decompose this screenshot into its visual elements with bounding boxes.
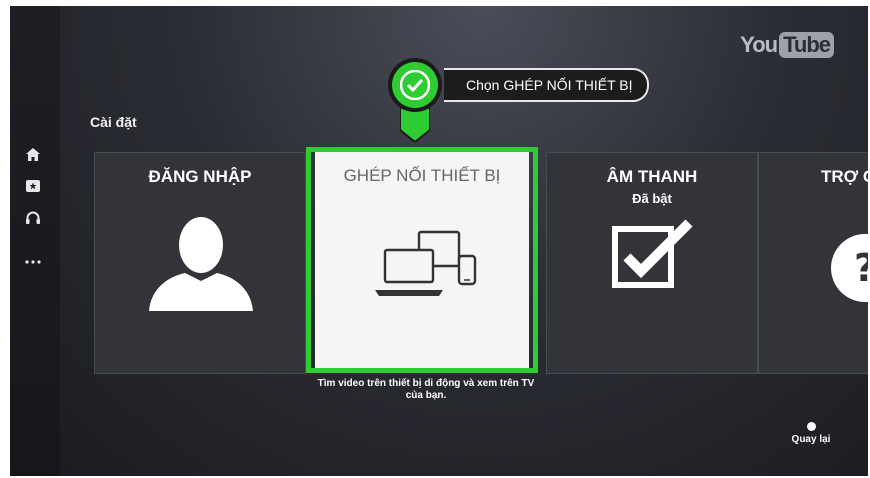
callout-badge [388, 58, 442, 112]
help-icon: ? [831, 234, 868, 302]
tile-description: Tìm video trên thiết bị di động và xem t… [317, 378, 535, 401]
tile-pair-device[interactable]: GHÉP NỐI THIẾT BỊ [315, 152, 529, 368]
callout-label: Chọn GHÉP NỐI THIẾT BỊ [444, 68, 649, 102]
check-icon [400, 70, 430, 100]
more-icon[interactable] [23, 252, 43, 272]
headphones-icon[interactable] [23, 207, 43, 227]
back-label: Quay lại [791, 434, 831, 445]
sidebar [10, 6, 60, 476]
home-icon[interactable] [23, 144, 43, 164]
callout-pointer [400, 108, 430, 142]
svg-text:?: ? [854, 246, 868, 290]
youtube-logo: You Tube [740, 32, 834, 58]
tile-title: ĐĂNG NHẬP [148, 167, 252, 186]
tile-sound[interactable]: ÂM THANH Đã bật [546, 152, 758, 374]
subscriptions-icon[interactable] [23, 176, 43, 196]
tile-title: TRỢ G [821, 167, 868, 186]
logo-tube: Tube [779, 32, 834, 58]
back-icon [806, 422, 816, 431]
tile-title: ÂM THANH [606, 167, 698, 186]
devices-icon [375, 230, 477, 296]
tile-sign-in[interactable]: ĐĂNG NHẬP [94, 152, 306, 374]
back-button[interactable]: Quay lại [786, 422, 836, 445]
tv-screen: You Tube Cài đặt ĐĂNG NHẬP GHÉP NỐI THIẾ… [10, 6, 868, 476]
check-badge [392, 62, 438, 108]
checkbox-checked-icon [612, 219, 693, 288]
person-icon [149, 217, 253, 311]
tile-subtitle: Đã bật [632, 191, 672, 206]
logo-you: You [740, 32, 778, 57]
tile-title: GHÉP NỐI THIẾT BỊ [343, 166, 501, 185]
page-title: Cài đặt [90, 114, 137, 130]
tile-help[interactable]: TRỢ G ? [758, 152, 868, 374]
